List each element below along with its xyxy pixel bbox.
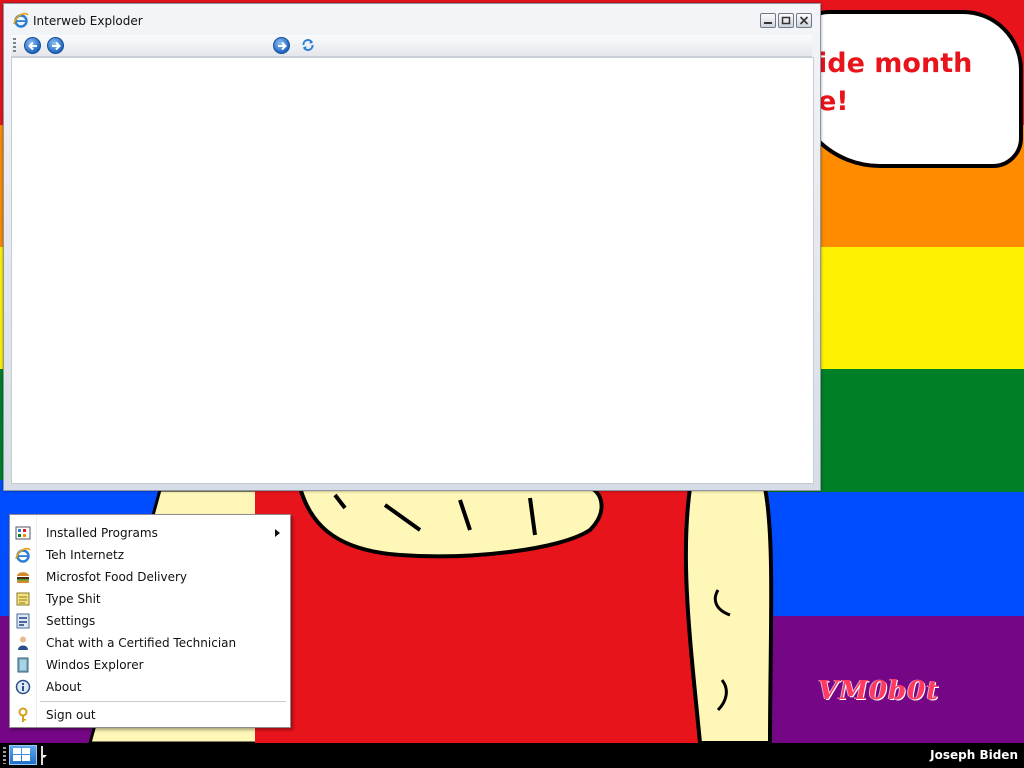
menu-item-chat-technician[interactable]: Chat with a Certified Technician xyxy=(10,632,290,654)
notepad-icon xyxy=(15,591,31,607)
back-button[interactable] xyxy=(24,37,41,54)
technician-icon xyxy=(15,635,31,651)
menu-item-food-delivery[interactable]: Microsfot Food Delivery xyxy=(10,566,290,588)
menu-item-installed-programs[interactable]: Installed Programs xyxy=(10,522,290,544)
explorer-icon xyxy=(15,657,31,673)
toolbar-grip[interactable] xyxy=(13,38,16,54)
refresh-button[interactable] xyxy=(301,38,315,55)
menu-item-settings[interactable]: Settings xyxy=(10,610,290,632)
menu-item-label: Teh Internetz xyxy=(46,548,125,562)
window-titlebar[interactable]: Interweb Exploder xyxy=(4,4,820,34)
go-icon xyxy=(278,41,287,51)
settings-icon xyxy=(15,613,31,629)
menu-item-windos-explorer[interactable]: Windos Explorer xyxy=(10,654,290,676)
taskbar: Joseph Biden xyxy=(0,743,1024,768)
refresh-icon xyxy=(302,39,314,51)
windows-logo-icon xyxy=(13,748,30,761)
submenu-arrow-icon xyxy=(275,529,280,537)
menu-item-type-shit[interactable]: Type Shit xyxy=(10,588,290,610)
programs-icon xyxy=(15,525,31,541)
go-button[interactable] xyxy=(273,37,290,54)
forward-button[interactable] xyxy=(47,37,64,54)
menu-item-label: Chat with a Certified Technician xyxy=(46,636,237,650)
taskbar-grip[interactable] xyxy=(3,747,6,764)
menu-item-label: Sign out xyxy=(46,708,96,722)
back-icon xyxy=(28,41,37,51)
menu-item-label: About xyxy=(46,680,82,694)
browser-window: Interweb Exploder xyxy=(3,3,821,491)
menu-separator xyxy=(40,701,286,702)
maximize-button[interactable] xyxy=(778,13,794,28)
about-icon xyxy=(15,679,31,695)
menu-item-label: Installed Programs xyxy=(46,526,158,540)
start-button[interactable] xyxy=(9,745,47,765)
key-icon xyxy=(15,707,31,723)
taskbar-separator xyxy=(41,746,43,765)
burger-icon xyxy=(15,569,31,585)
browser-content-area[interactable] xyxy=(11,57,814,484)
minimize-icon xyxy=(764,22,772,24)
start-menu: Installed Programs Teh Internetz Microsf… xyxy=(9,514,291,728)
user-name: Joseph Biden xyxy=(930,748,1018,762)
menu-item-label: Windos Explorer xyxy=(46,658,144,672)
forward-icon xyxy=(52,41,61,51)
menu-item-label: Type Shit xyxy=(46,592,101,606)
internet-explorer-icon xyxy=(15,547,31,563)
menu-item-label: Microsfot Food Delivery xyxy=(46,570,188,584)
speech-bubble-text: ide month e! xyxy=(818,48,973,117)
menu-item-about[interactable]: About xyxy=(10,676,290,698)
navigation-toolbar xyxy=(11,35,812,57)
close-button[interactable] xyxy=(796,13,812,28)
menu-item-sign-out[interactable]: Sign out xyxy=(10,704,290,726)
watermark-text: VM0b0t xyxy=(818,676,940,706)
close-icon xyxy=(799,16,809,25)
menu-item-teh-internetz[interactable]: Teh Internetz xyxy=(10,544,290,566)
maximize-icon xyxy=(781,16,791,25)
minimize-button[interactable] xyxy=(760,13,776,28)
internet-explorer-icon xyxy=(13,12,29,31)
menu-item-label: Settings xyxy=(46,614,96,628)
window-title: Interweb Exploder xyxy=(33,14,143,28)
